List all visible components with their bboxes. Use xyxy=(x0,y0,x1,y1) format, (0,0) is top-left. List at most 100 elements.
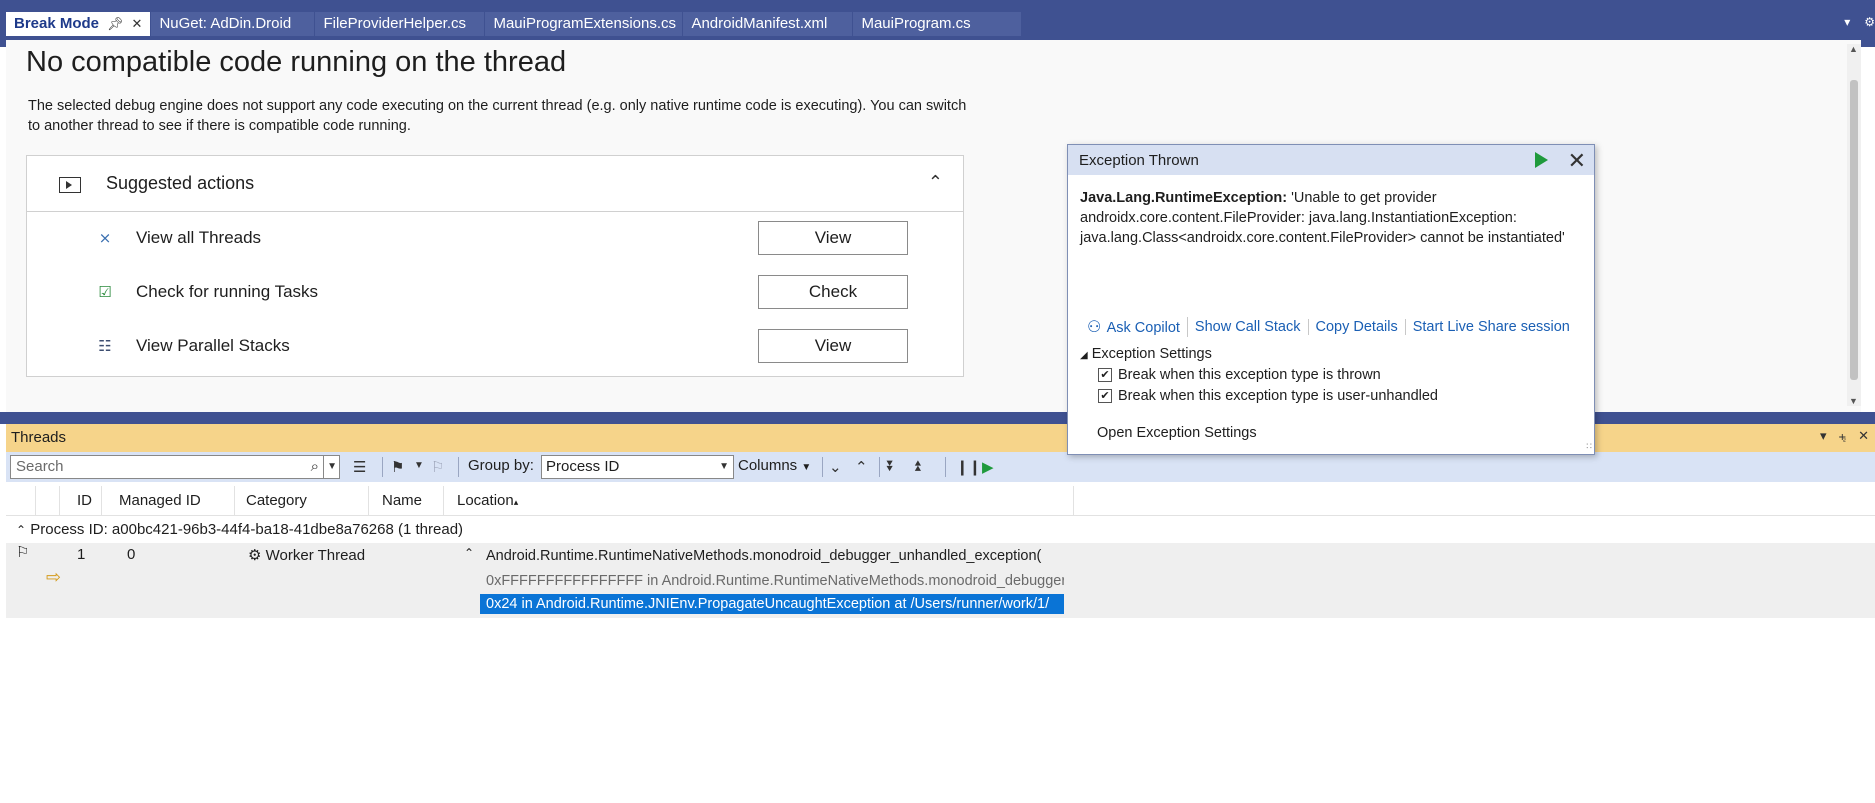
threads-grid-header: ID Managed ID Category Name Location▴ xyxy=(6,486,1875,516)
tasks-icon: ☑ xyxy=(98,284,112,301)
threads-toolbar: Search ⌕ ▼ ☰ ⚑ ▼ ⚐ Group by: Process ID … xyxy=(6,452,1875,482)
tab-mauiprogramextensions[interactable]: MauiProgramExtensions.cs xyxy=(485,12,684,36)
columns-layout-icon[interactable]: ☰ xyxy=(353,458,366,476)
suggestion-icon xyxy=(59,177,81,193)
action-row-threads: ⨯ View all Threads View xyxy=(27,212,963,266)
tab-androidmanifest[interactable]: AndroidManifest.xml xyxy=(683,12,854,36)
break-unhandled-checkbox[interactable]: ✔ xyxy=(1098,389,1112,403)
indicator-column-header[interactable] xyxy=(36,486,60,516)
location-header-label: Location xyxy=(457,492,514,509)
tab-nuget[interactable]: NuGet: AdDin.Droid xyxy=(151,12,316,36)
expand-icon[interactable]: ⌄ xyxy=(829,458,842,476)
close-icon[interactable]: ✕ xyxy=(1858,428,1869,444)
search-input[interactable]: Search ⌕ ▼ xyxy=(10,455,340,479)
pin-icon[interactable]: 📌︎ xyxy=(107,12,124,36)
pause-icon[interactable]: ❙❙ xyxy=(956,458,981,476)
window-controls: ▾ ⨧ ✕ xyxy=(1820,428,1869,444)
suggested-actions-label: Suggested actions xyxy=(106,173,255,193)
toolbar-separator xyxy=(458,457,459,477)
exception-settings-toggle[interactable]: ◢ Exception Settings xyxy=(1080,346,1212,362)
location-line[interactable]: Android.Runtime.RuntimeNativeMethods.mon… xyxy=(480,546,1064,566)
search-icon[interactable]: ⌕ xyxy=(311,456,319,478)
search-placeholder: Search xyxy=(16,458,64,475)
threads-title-text: Threads xyxy=(11,429,67,446)
suggested-actions-header[interactable]: Suggested actions ⌃ xyxy=(27,156,963,212)
flag-column-header[interactable] xyxy=(6,486,36,516)
expand-all-icon[interactable]: ⏬︎ xyxy=(887,458,895,475)
toolbar-separator xyxy=(822,457,823,477)
group-label: Process ID: a00bc421-96b3-44f4-ba18-41db… xyxy=(30,521,464,538)
open-exception-settings-link[interactable]: Open Exception Settings xyxy=(1097,425,1257,441)
collapse-stack-icon[interactable]: ⌃ xyxy=(464,546,474,560)
scroll-down-icon[interactable]: ▼ xyxy=(1849,396,1858,406)
vertical-scrollbar[interactable]: ▲ ▼ xyxy=(1847,44,1861,406)
continue-icon[interactable] xyxy=(1535,152,1548,168)
break-unhandled-checkbox-row[interactable]: ✔ Break when this exception type is user… xyxy=(1098,388,1438,404)
process-group-row[interactable]: ⌃ Process ID: a00bc421-96b3-44f4-ba18-41… xyxy=(6,518,1875,542)
view-parallel-stacks-button[interactable]: View xyxy=(758,329,908,363)
live-share-link[interactable]: Start Live Share session xyxy=(1406,319,1577,335)
check-tasks-button[interactable]: Check xyxy=(758,275,908,309)
tab-label: Break Mode xyxy=(14,15,100,32)
checkbox-label: Break when this exception type is thrown xyxy=(1118,367,1381,383)
columns-dropdown-icon: ▼ xyxy=(801,462,812,473)
settings-icon[interactable]: ⚙ xyxy=(1864,15,1875,29)
description-text: The selected debug engine does not suppo… xyxy=(28,98,967,134)
view-threads-button[interactable]: View xyxy=(758,221,908,255)
name-column-header[interactable]: Name xyxy=(369,486,444,516)
break-thrown-checkbox-row[interactable]: ✔ Break when this exception type is thro… xyxy=(1098,367,1381,383)
group-by-label: Group by: xyxy=(468,457,534,474)
action-row-parallel-stacks: ☷ View Parallel Stacks View xyxy=(27,320,963,374)
close-icon[interactable]: ✕ xyxy=(1568,148,1586,174)
scroll-thumb[interactable] xyxy=(1850,80,1858,380)
exception-message: Java.Lang.RuntimeException: 'Unable to g… xyxy=(1080,188,1570,248)
window-menu-icon[interactable]: ▾ xyxy=(1820,428,1827,444)
scroll-up-icon[interactable]: ▲ xyxy=(1849,44,1858,54)
location-line-selected[interactable]: 0x24 in Android.Runtime.JNIEnv.Propagate… xyxy=(480,594,1064,614)
flag-dropdown-icon[interactable]: ▼ xyxy=(414,460,424,471)
unflag-icon[interactable]: ⚐ xyxy=(431,458,444,476)
threads-icon: ⨯ xyxy=(98,230,112,247)
category-column-header[interactable]: Category xyxy=(235,486,369,516)
group-by-select[interactable]: Process ID ▼ xyxy=(541,455,734,479)
tab-label: MauiProgramExtensions.cs xyxy=(493,15,677,32)
exception-header: Exception Thrown ✕ xyxy=(1068,145,1594,175)
flag-icon[interactable]: ⚐ xyxy=(16,543,29,561)
thread-row[interactable]: ⚐ ⇨ 1 0 ⚙ Worker Thread ⌃ Android.Runtim… xyxy=(6,543,1875,618)
break-thrown-checkbox[interactable]: ✔ xyxy=(1098,368,1112,382)
managed-id-column-header[interactable]: Managed ID xyxy=(102,486,235,516)
chevron-up-icon[interactable]: ⌃ xyxy=(928,172,943,193)
flag-icon[interactable]: ⚑ xyxy=(391,458,404,476)
columns-button[interactable]: Columns ▼ xyxy=(738,457,811,474)
show-call-stack-link[interactable]: Show Call Stack xyxy=(1188,319,1309,335)
chevron-up-icon[interactable]: ⌃ xyxy=(16,523,26,537)
id-column-header[interactable]: ID xyxy=(60,486,102,516)
collapse-all-icon[interactable]: ⏫︎ xyxy=(913,458,921,475)
checkbox-label: Break when this exception type is user-u… xyxy=(1118,388,1438,404)
action-label: View all Threads xyxy=(136,228,262,247)
action-row-tasks: ☑ Check for running Tasks Check xyxy=(27,266,963,320)
action-label: View Parallel Stacks xyxy=(136,336,290,355)
copy-details-link[interactable]: Copy Details xyxy=(1309,319,1406,335)
resize-grip-icon[interactable]: ∷ xyxy=(1586,441,1592,452)
category-text: Worker Thread xyxy=(265,547,366,564)
tab-fileproviderhelper[interactable]: FileProviderHelper.cs xyxy=(315,12,486,36)
current-thread-arrow-icon: ⇨ xyxy=(46,567,62,587)
tab-break-mode[interactable]: Break Mode 📌︎ ✕ xyxy=(6,12,152,36)
collapse-icon[interactable]: ⌃ xyxy=(855,458,868,476)
managed-id: 0 xyxy=(127,546,136,563)
chevron-down-icon: ▼ xyxy=(719,461,729,472)
location-line[interactable]: 0xFFFFFFFFFFFFFFFF in Android.Runtime.Ru… xyxy=(480,571,1064,591)
pin-icon[interactable]: ⨧ xyxy=(1839,428,1847,444)
toolbar-separator xyxy=(382,457,383,477)
caret-down-icon: ◢ xyxy=(1080,350,1088,361)
search-dropdown-icon[interactable]: ▼ xyxy=(323,456,337,478)
tab-mauiprogram[interactable]: MauiProgram.cs xyxy=(853,12,1023,36)
tab-dropdown-icon[interactable]: ▾ xyxy=(1844,15,1850,29)
toolbar-separator xyxy=(945,457,946,477)
close-icon[interactable]: ✕ xyxy=(132,12,143,36)
exception-title: Exception Thrown xyxy=(1079,152,1199,169)
location-column-header[interactable]: Location▴ xyxy=(444,486,1074,516)
ask-copilot-link[interactable]: ⚇ Ask Copilot xyxy=(1080,317,1188,337)
resume-icon[interactable]: ▶ xyxy=(982,458,994,476)
